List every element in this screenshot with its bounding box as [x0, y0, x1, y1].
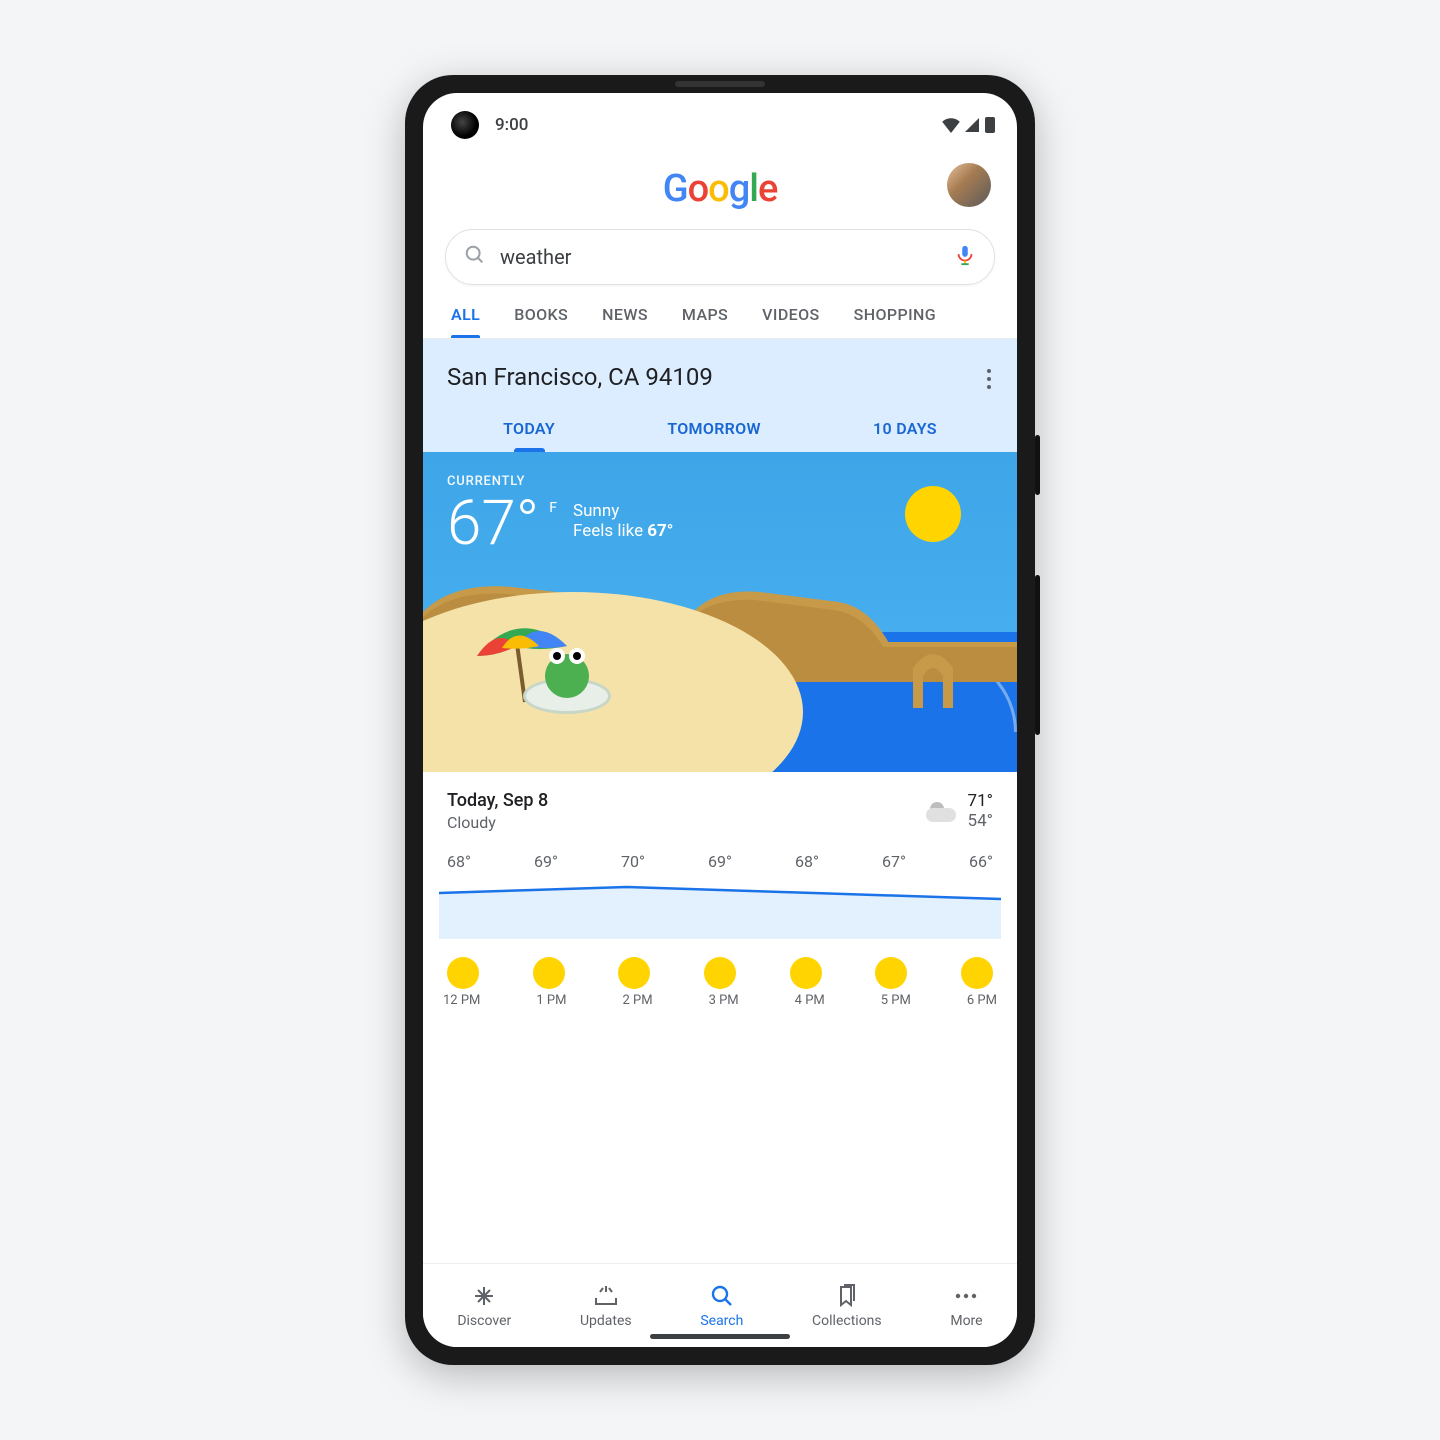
weather-location: San Francisco, CA 94109: [447, 363, 993, 391]
tab-shopping[interactable]: SHOPPING: [854, 305, 936, 338]
tray-icon: [593, 1283, 619, 1309]
search-query[interactable]: weather: [500, 245, 954, 269]
sunny-icon: [961, 957, 993, 989]
battery-icon: [985, 117, 995, 133]
feels-like: Feels like 67°: [573, 521, 673, 541]
profile-avatar[interactable]: [947, 163, 991, 207]
sunny-icon: [704, 957, 736, 989]
google-logo[interactable]: Google: [663, 167, 778, 211]
nav-more[interactable]: More: [950, 1283, 982, 1329]
temperature-unit: F: [549, 501, 557, 516]
search-box[interactable]: weather: [445, 229, 995, 285]
more-icon: [954, 1283, 978, 1309]
weather-hero: CURRENTLY 67° F Sunny Feels like 67°: [423, 452, 1017, 772]
tab-today[interactable]: TODAY: [503, 419, 555, 452]
weather-card: San Francisco, CA 94109 TODAY TOMORROW 1…: [423, 339, 1017, 1008]
tab-tomorrow[interactable]: TOMORROW: [667, 419, 761, 452]
today-low: 54°: [968, 811, 993, 831]
today-summary: Today, Sep 8 Cloudy 71° 54°: [423, 772, 1017, 842]
sunny-icon: [790, 957, 822, 989]
front-camera: [451, 111, 479, 139]
temperature-line: [439, 875, 1001, 939]
sunny-icon: [533, 957, 565, 989]
hourly-temperature-chart[interactable]: 68° 69° 70° 69° 68° 67° 66°: [423, 842, 1017, 947]
weather-header: San Francisco, CA 94109 TODAY TOMORROW 1…: [423, 339, 1017, 452]
wifi-icon: [941, 117, 961, 133]
status-time: 9:00: [495, 115, 528, 135]
sunny-icon: [447, 957, 479, 989]
nav-updates[interactable]: Updates: [580, 1283, 632, 1329]
frog-illustration: [523, 678, 611, 714]
rock-arch-illustration: [909, 648, 957, 712]
sun-icon: [905, 486, 961, 542]
cellular-icon: [965, 118, 979, 132]
gesture-bar[interactable]: [650, 1334, 790, 1339]
power-button[interactable]: [1035, 435, 1040, 495]
sunny-icon: [875, 957, 907, 989]
results-content[interactable]: San Francisco, CA 94109 TODAY TOMORROW 1…: [423, 339, 1017, 1263]
chart-value-labels: 68° 69° 70° 69° 68° 67° 66°: [439, 852, 1001, 875]
tab-maps[interactable]: MAPS: [682, 305, 728, 338]
tab-news[interactable]: NEWS: [602, 305, 648, 338]
app-header: Google: [423, 157, 1017, 217]
tab-all[interactable]: ALL: [451, 305, 480, 338]
phone-frame: 9:00 Google weather: [405, 75, 1035, 1365]
overflow-menu-icon[interactable]: [981, 363, 997, 395]
tab-videos[interactable]: VIDEOS: [762, 305, 819, 338]
today-condition: Cloudy: [447, 813, 548, 832]
screen: 9:00 Google weather: [423, 93, 1017, 1347]
volume-button[interactable]: [1035, 575, 1040, 735]
search-icon: [710, 1283, 734, 1309]
cloudy-icon: [926, 800, 958, 822]
nav-collections[interactable]: Collections: [812, 1283, 882, 1329]
hourly-icons: [433, 957, 1007, 989]
nav-discover[interactable]: Discover: [457, 1283, 511, 1329]
search-category-tabs: ALL BOOKS NEWS MAPS VIDEOS SHOPPING: [423, 293, 1017, 339]
voice-search-icon[interactable]: [954, 244, 976, 270]
hourly-times: 12 PM 1 PM 2 PM 3 PM 4 PM 5 PM 6 PM: [433, 989, 1007, 1008]
search-icon: [464, 244, 486, 270]
bookmarks-icon: [836, 1283, 858, 1309]
sparkle-icon: [472, 1283, 496, 1309]
current-temperature: 67°: [447, 493, 539, 555]
hourly-forecast[interactable]: 12 PM 1 PM 2 PM 3 PM 4 PM 5 PM 6 PM: [423, 947, 1017, 1008]
today-date: Today, Sep 8: [447, 790, 548, 811]
today-high: 71°: [968, 791, 993, 811]
status-icons: [941, 117, 995, 133]
status-bar: 9:00: [423, 93, 1017, 157]
weather-range-tabs: TODAY TOMORROW 10 DAYS: [447, 419, 993, 452]
currently-label: CURRENTLY: [447, 474, 673, 489]
current-condition: Sunny: [573, 501, 673, 521]
sunny-icon: [618, 957, 650, 989]
tab-books[interactable]: BOOKS: [514, 305, 568, 338]
nav-search[interactable]: Search: [700, 1283, 743, 1329]
tab-10days[interactable]: 10 DAYS: [873, 419, 937, 452]
